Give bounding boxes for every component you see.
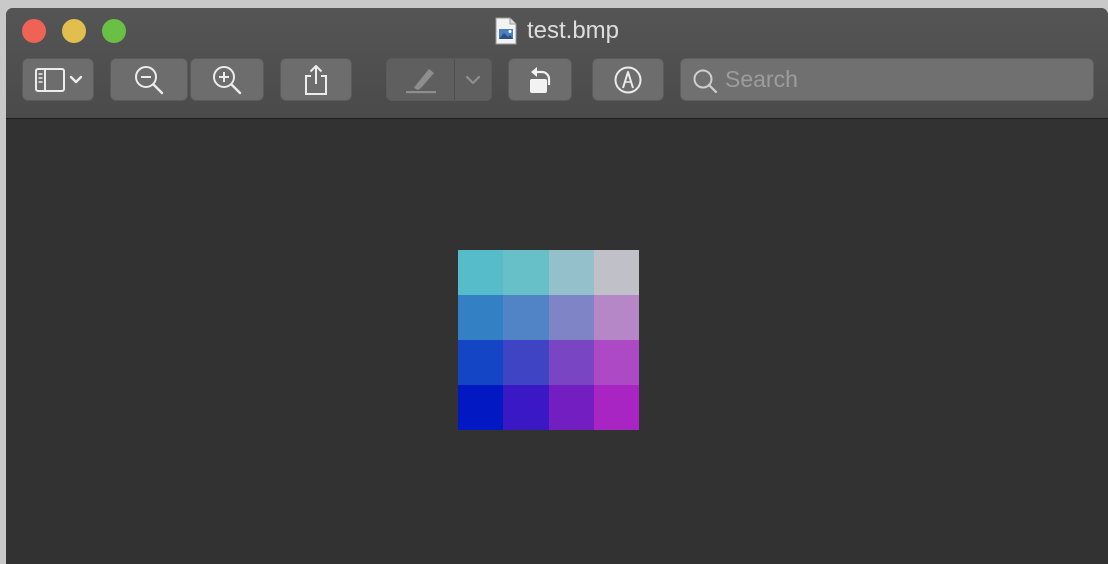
sidebar-icon: [35, 67, 83, 92]
image-pixel: [593, 385, 639, 430]
search-field[interactable]: [680, 58, 1094, 101]
image-canvas: [6, 119, 1108, 564]
zoom-out-button[interactable]: [110, 58, 188, 101]
image-pixel: [503, 295, 549, 340]
image-pixel: [593, 295, 639, 340]
search-input[interactable]: [725, 59, 1085, 100]
window-title: test.bmp: [6, 16, 1108, 46]
image-pixel: [548, 340, 594, 385]
zoom-out-icon: [135, 65, 164, 94]
markup-icon: [614, 66, 642, 93]
zoom-in-button[interactable]: [190, 58, 264, 101]
markup-toolbar-button[interactable]: [592, 58, 664, 101]
highlight-main-button[interactable]: [387, 59, 454, 100]
highlighter-icon: [405, 68, 436, 93]
share-icon: [305, 64, 327, 95]
zoom-in-icon: [213, 65, 242, 94]
image-pixel: [503, 385, 549, 430]
search-icon: [693, 69, 718, 94]
image-pixel: [458, 250, 504, 295]
image-pixel: [458, 295, 504, 340]
sidebar-view-button[interactable]: [22, 58, 94, 101]
image-pixel: [593, 340, 639, 385]
image-pixel: [458, 385, 504, 430]
window-title-text: test.bmp: [526, 17, 620, 44]
preview-window: test.bmp: [6, 8, 1108, 564]
highlight-menu-button[interactable]: [455, 59, 491, 100]
image-document-icon: [495, 17, 517, 45]
image-pixel: [548, 385, 594, 430]
rotate-button[interactable]: [508, 58, 572, 101]
image-pixel: [503, 340, 549, 385]
image-pixel: [503, 250, 549, 295]
image-pixel: [548, 295, 594, 340]
share-button[interactable]: [280, 58, 352, 101]
chevron-down-icon: [465, 75, 481, 84]
image-pixel: [593, 250, 639, 295]
rotate-left-icon: [530, 66, 551, 93]
image-pixel: [458, 340, 504, 385]
image-pixel: [548, 250, 594, 295]
bitmap-image: [458, 250, 639, 430]
highlight-button[interactable]: [386, 58, 492, 101]
title-bar: test.bmp: [6, 8, 1108, 119]
